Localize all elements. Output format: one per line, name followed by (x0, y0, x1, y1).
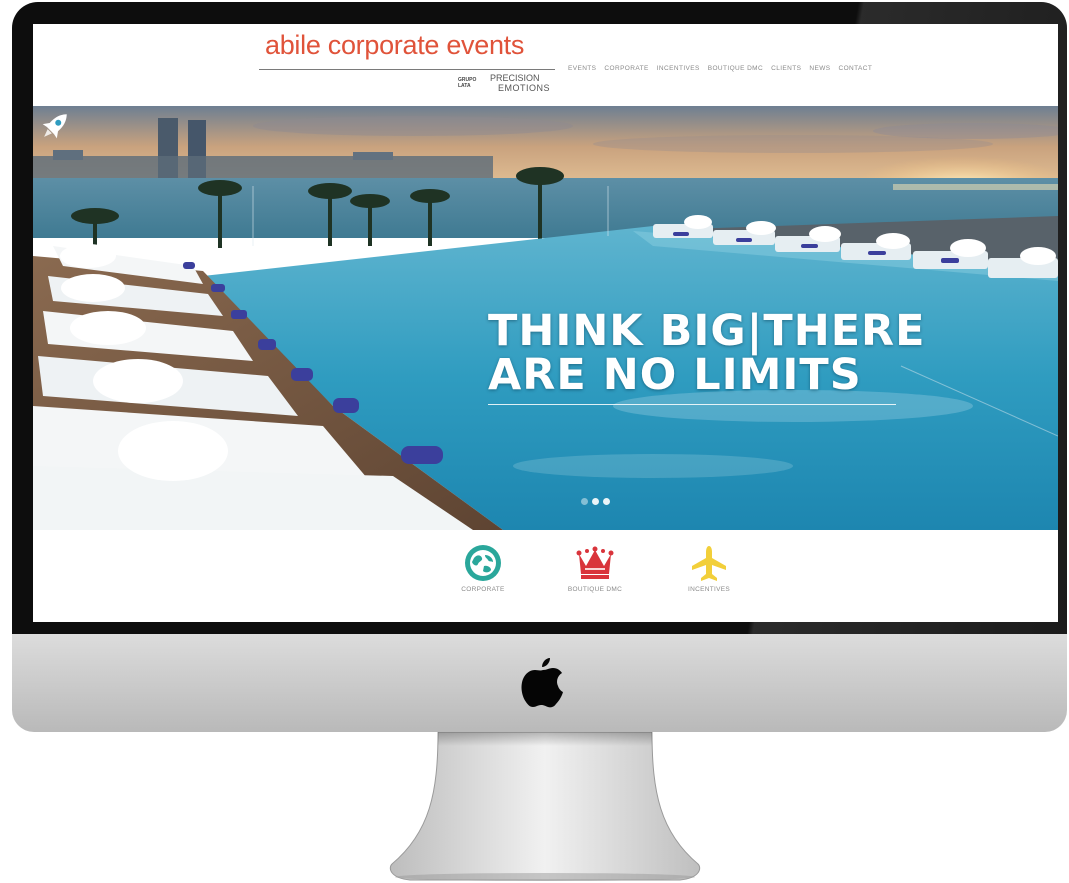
hero-divider (488, 404, 896, 405)
brand-underline (259, 69, 555, 70)
hero-headline-line2: ARE NO LIMITS (488, 350, 862, 400)
hero-slider[interactable]: THINK BIG|THERE ARE NO LIMITS (33, 106, 1058, 530)
monitor-screen: abile corporate events GRUPO LATA PRECIS… (33, 24, 1058, 622)
nav-boutique-dmc[interactable]: BOUTIQUE DMC (708, 65, 763, 72)
nav-contact[interactable]: CONTACT (838, 65, 872, 72)
airplane-icon (692, 546, 726, 581)
globe-icon (465, 545, 501, 581)
service-boutique-dmc[interactable]: BOUTIQUE DMC (535, 530, 655, 593)
service-incentives[interactable]: INCENTIVES (649, 530, 769, 593)
slider-dot[interactable] (592, 498, 599, 505)
main-nav: EVENTS CORPORATE INCENTIVES BOUTIQUE DMC… (568, 65, 872, 72)
service-label: CORPORATE (461, 586, 505, 593)
nav-clients[interactable]: CLIENTS (771, 65, 801, 72)
apple-logo-icon (521, 658, 563, 708)
nav-corporate[interactable]: CORPORATE (604, 65, 648, 72)
monitor-stand (389, 732, 701, 881)
service-corporate[interactable]: CORPORATE (423, 530, 543, 593)
site-header: abile corporate events GRUPO LATA PRECIS… (33, 24, 1058, 106)
slider-dot-active[interactable] (603, 498, 610, 505)
slider-pagination (581, 498, 610, 505)
service-label: BOUTIQUE DMC (567, 586, 623, 593)
slider-dot[interactable] (581, 498, 588, 505)
rocket-icon (42, 114, 67, 139)
services-row: CORPORATE BOUTIQUE DMC INCENTIVES (33, 530, 1058, 622)
hero-headline-line1: THINK BIG|THERE (488, 306, 926, 356)
nav-news[interactable]: NEWS (809, 65, 830, 72)
group-logo-text: GRUPO LATA (458, 77, 477, 89)
nav-incentives[interactable]: INCENTIVES (657, 65, 700, 72)
service-label: INCENTIVES (687, 586, 730, 593)
brand-logo[interactable]: abile corporate events (265, 30, 524, 61)
nav-events[interactable]: EVENTS (568, 65, 596, 72)
sub-logo-line2: EMOTIONS (498, 83, 551, 93)
sub-logo-line1: PRECISION (490, 73, 540, 83)
crown-icon (576, 546, 614, 579)
precision-emotions-logo: GRUPO LATA PRECISION EMOTIONS (458, 72, 598, 98)
